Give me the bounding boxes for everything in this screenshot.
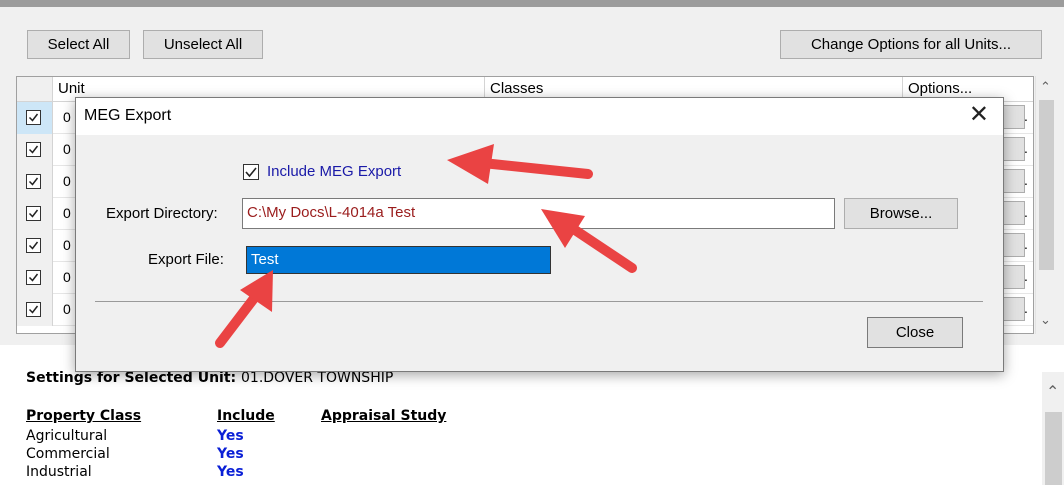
include-value: Yes — [217, 428, 244, 444]
checkmark-icon — [28, 113, 39, 122]
settings-title: Settings for Selected Unit: 01.DOVER TOW… — [26, 370, 393, 386]
scroll-thumb[interactable] — [1045, 412, 1062, 485]
unit-cell: 0 — [63, 237, 71, 253]
close-icon[interactable]: ✕ — [969, 103, 989, 127]
change-options-all-units-button[interactable]: Change Options for all Units... — [780, 30, 1042, 59]
property-class-row: Industrial — [26, 464, 92, 480]
scroll-down-icon[interactable]: ⌄ — [1040, 312, 1051, 328]
browse-button[interactable]: Browse... — [844, 198, 958, 229]
row-header[interactable] — [17, 134, 53, 166]
row-header[interactable] — [17, 294, 53, 326]
row-checkbox[interactable] — [26, 302, 41, 317]
checkmark-icon — [28, 209, 39, 218]
dialog-title-bar: MEG Export ✕ — [76, 98, 1003, 135]
property-class-row: Commercial — [26, 446, 110, 462]
include-value: Yes — [217, 464, 244, 480]
unit-cell: 0 — [63, 205, 71, 221]
settings-title-prefix: Settings for Selected Unit: — [26, 370, 237, 386]
export-directory-label: Export Directory: — [106, 205, 218, 222]
row-checkbox[interactable] — [26, 142, 41, 157]
row-checkbox[interactable] — [26, 206, 41, 221]
export-file-label: Export File: — [148, 251, 224, 268]
meg-export-dialog: MEG Export ✕ Include MEG Export Export D… — [75, 97, 1004, 372]
top-rule — [0, 0, 1064, 7]
dialog-divider — [95, 301, 983, 302]
settings-selected-unit: 01.DOVER TOWNSHIP — [241, 370, 394, 386]
row-checkbox[interactable] — [26, 270, 41, 285]
property-class-row: Agricultural — [26, 428, 108, 444]
column-property-class: Property Class — [26, 408, 142, 424]
row-header[interactable] — [17, 198, 53, 230]
dialog-title: MEG Export — [84, 107, 172, 124]
column-include: Include — [217, 408, 275, 424]
unit-cell: 0 — [63, 301, 71, 317]
settings-vertical-scrollbar[interactable]: ⌃ — [1042, 372, 1064, 485]
include-meg-export-label[interactable]: Include MEG Export — [267, 163, 401, 180]
grid-vertical-scrollbar[interactable]: ⌃ ⌄ — [1035, 76, 1057, 334]
grid-corner — [17, 77, 53, 101]
unit-cell: 0 — [63, 141, 71, 157]
checkmark-icon — [28, 305, 39, 314]
include-meg-export-checkbox[interactable] — [243, 164, 259, 180]
scroll-thumb[interactable] — [1039, 100, 1054, 270]
row-checkbox[interactable] — [26, 110, 41, 125]
unit-cell: 0 — [63, 109, 71, 125]
column-appraisal-study: Appraisal Study — [321, 408, 447, 424]
checkmark-icon — [245, 167, 257, 178]
scroll-up-icon[interactable]: ⌃ — [1040, 79, 1051, 95]
export-file-input[interactable]: Test — [246, 246, 551, 274]
unselect-all-button[interactable]: Unselect All — [143, 30, 263, 59]
scroll-up-icon[interactable]: ⌃ — [1046, 382, 1059, 402]
row-checkbox[interactable] — [26, 238, 41, 253]
row-checkbox[interactable] — [26, 174, 41, 189]
checkmark-icon — [28, 177, 39, 186]
row-header[interactable] — [17, 262, 53, 294]
close-button[interactable]: Close — [867, 317, 963, 348]
export-directory-input[interactable]: C:\My Docs\L-4014a Test — [242, 198, 835, 229]
row-header[interactable] — [17, 230, 53, 262]
select-all-button[interactable]: Select All — [27, 30, 130, 59]
checkmark-icon — [28, 241, 39, 250]
unit-cell: 0 — [63, 269, 71, 285]
checkmark-icon — [28, 273, 39, 282]
row-header[interactable] — [17, 102, 53, 134]
checkmark-icon — [28, 145, 39, 154]
unit-cell: 0 — [63, 173, 71, 189]
include-value: Yes — [217, 446, 244, 462]
row-header[interactable] — [17, 166, 53, 198]
